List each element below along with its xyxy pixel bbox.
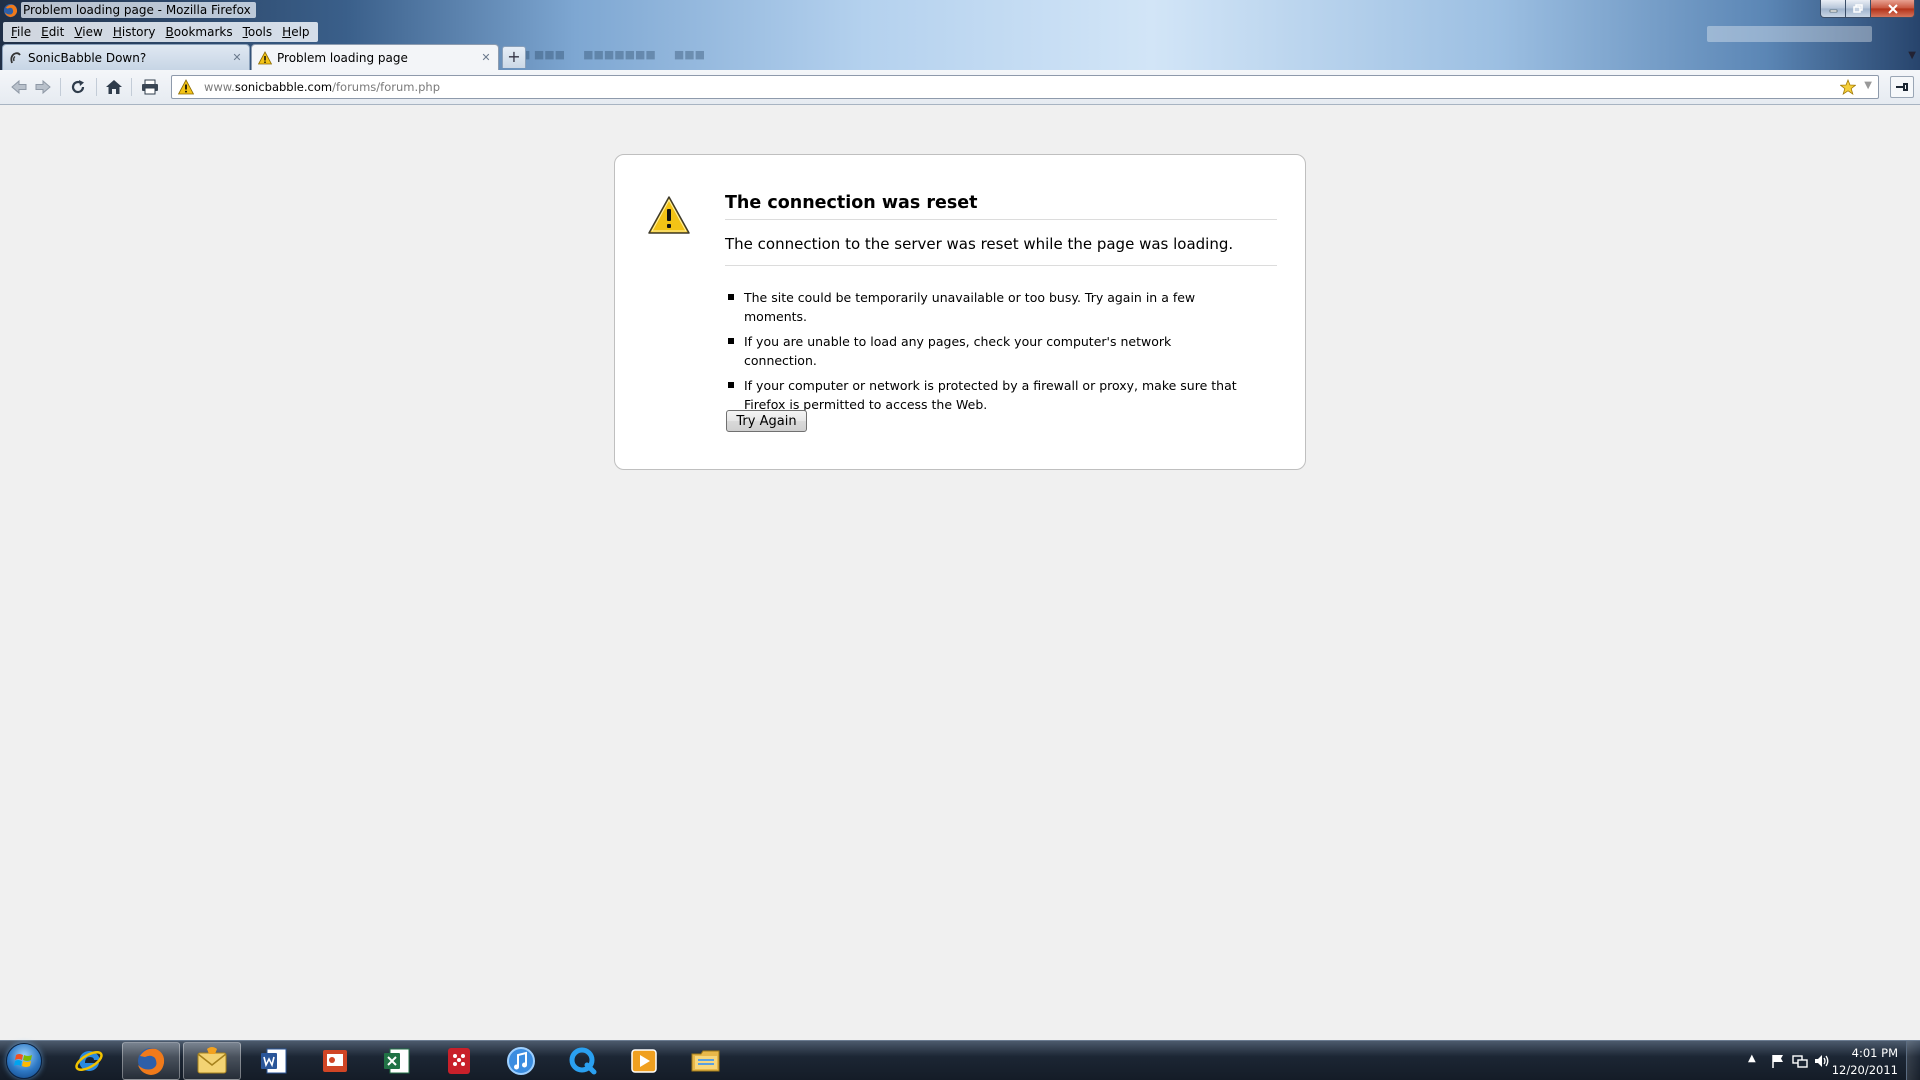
taskbar-file-explorer[interactable] bbox=[677, 1042, 735, 1080]
show-desktop-button[interactable] bbox=[1906, 1041, 1920, 1080]
pin-icon bbox=[1896, 83, 1908, 91]
bookmark-star-icon[interactable] bbox=[1840, 79, 1856, 95]
toolbar-separator bbox=[96, 78, 97, 96]
home-icon bbox=[106, 80, 122, 94]
menu-bar: File Edit View History Bookmarks Tools H… bbox=[3, 22, 318, 42]
taskbar-word[interactable] bbox=[245, 1042, 303, 1080]
tab-problem-loading-page[interactable]: Problem loading page ✕ bbox=[251, 44, 499, 70]
url-history-dropdown-icon[interactable]: ▼ bbox=[1864, 80, 1872, 91]
try-again-button[interactable]: Try Again bbox=[726, 410, 807, 432]
page-content: The connection was reset The connection … bbox=[0, 106, 1920, 1040]
url-text[interactable]: www.sonicbabble.com/forums/forum.php bbox=[204, 80, 440, 94]
clock-time[interactable]: 4:01 PM bbox=[1828, 1046, 1898, 1060]
list-all-tabs-icon[interactable]: ▼ bbox=[1908, 50, 1916, 61]
menu-history[interactable]: History bbox=[108, 25, 161, 39]
internet-explorer-icon bbox=[75, 1050, 103, 1071]
menu-tools[interactable]: Tools bbox=[238, 25, 278, 39]
reload-icon bbox=[71, 80, 85, 94]
firefox-title-and-tab-area: ■ ■■■ ■■■■■■■ ■■■ Problem loading page -… bbox=[0, 0, 1920, 70]
taskbar-itunes[interactable] bbox=[492, 1042, 550, 1080]
windows-logo-icon bbox=[14, 1054, 32, 1067]
restore-button[interactable] bbox=[1846, 0, 1871, 18]
list-item: If your computer or network is protected… bbox=[725, 376, 1245, 414]
minimize-button[interactable] bbox=[1820, 0, 1846, 18]
error-suggestions-list: The site could be temporarily unavailabl… bbox=[725, 288, 1277, 420]
tab-strip: SonicBabble Down? ✕ Problem loading page… bbox=[0, 44, 1920, 70]
taskbar-red-app[interactable] bbox=[430, 1042, 488, 1080]
system-tray: ▲ 4:01 PM 12/20/2011 bbox=[1740, 1041, 1920, 1080]
unknown-red-app-icon bbox=[448, 1048, 470, 1074]
reload-button[interactable] bbox=[66, 76, 90, 98]
windows-taskbar: ▲ 4:01 PM 12/20/2011 bbox=[0, 1040, 1920, 1080]
firefox-icon bbox=[138, 1048, 165, 1075]
taskbar-powerpoint[interactable] bbox=[306, 1042, 364, 1080]
tab-close-icon[interactable]: ✕ bbox=[230, 51, 244, 65]
quicktime-icon bbox=[569, 1047, 597, 1075]
sonicbabble-favicon-icon bbox=[10, 51, 21, 63]
list-item: If you are unable to load any pages, che… bbox=[725, 332, 1245, 370]
home-button[interactable] bbox=[102, 76, 126, 98]
taskbar-firefox[interactable] bbox=[122, 1042, 180, 1080]
error-page-container: The connection was reset The connection … bbox=[614, 154, 1306, 470]
taskbar-mail[interactable] bbox=[183, 1042, 241, 1080]
close-window-button[interactable] bbox=[1871, 0, 1915, 18]
error-title: The connection was reset bbox=[725, 193, 1277, 220]
taskbar-media-player[interactable] bbox=[615, 1042, 673, 1080]
menu-file[interactable]: File bbox=[6, 25, 36, 39]
warning-icon[interactable] bbox=[178, 79, 194, 95]
title-bar: Problem loading page - Mozilla Firefox bbox=[0, 0, 1920, 22]
powerpoint-icon bbox=[323, 1050, 347, 1072]
media-player-icon bbox=[631, 1049, 657, 1073]
taskbar-excel[interactable] bbox=[368, 1042, 426, 1080]
print-button[interactable] bbox=[138, 76, 162, 98]
tab-sonicbabble-down[interactable]: SonicBabble Down? ✕ bbox=[2, 44, 250, 70]
menu-bookmarks[interactable]: Bookmarks bbox=[161, 25, 238, 39]
taskbar-quicktime[interactable] bbox=[554, 1042, 612, 1080]
taskbar-internet-explorer[interactable] bbox=[60, 1042, 118, 1080]
warning-icon bbox=[648, 196, 690, 234]
new-tab-button[interactable]: + bbox=[502, 46, 526, 68]
printer-icon bbox=[142, 79, 158, 95]
tab-label: SonicBabble Down? bbox=[28, 50, 147, 65]
action-center-flag-icon[interactable] bbox=[1770, 1053, 1786, 1069]
start-button[interactable] bbox=[6, 1043, 42, 1079]
clock-date[interactable]: 12/20/2011 bbox=[1828, 1063, 1898, 1077]
outlook-mail-icon bbox=[197, 1047, 227, 1074]
back-button[interactable] bbox=[7, 76, 31, 98]
firefox-icon bbox=[3, 3, 18, 18]
toolbar-separator bbox=[131, 78, 132, 96]
pin-toolbar-button[interactable] bbox=[1890, 76, 1914, 98]
plus-icon: + bbox=[507, 47, 521, 66]
show-hidden-icons-icon[interactable]: ▲ bbox=[1748, 1053, 1764, 1069]
url-bar[interactable]: www.sonicbabble.com/forums/forum.php ▼ bbox=[171, 75, 1879, 99]
menu-help[interactable]: Help bbox=[277, 25, 314, 39]
forward-arrow-icon bbox=[35, 79, 51, 95]
url-prefix: www. bbox=[204, 80, 235, 94]
window-title: Problem loading page - Mozilla Firefox bbox=[21, 2, 256, 18]
minimize-icon bbox=[1829, 9, 1837, 13]
toolbar-separator bbox=[60, 78, 61, 96]
forward-button[interactable] bbox=[31, 76, 55, 98]
navigation-toolbar: www.sonicbabble.com/forums/forum.php ▼ bbox=[0, 70, 1920, 105]
back-arrow-icon bbox=[11, 79, 27, 95]
network-icon[interactable] bbox=[1792, 1053, 1808, 1069]
close-icon bbox=[1887, 3, 1898, 14]
menu-view[interactable]: View bbox=[69, 25, 107, 39]
excel-icon bbox=[384, 1048, 410, 1074]
file-explorer-icon bbox=[691, 1050, 720, 1072]
faded-search-box bbox=[1707, 26, 1872, 42]
window-controls bbox=[1820, 0, 1915, 18]
restore-icon bbox=[1853, 4, 1863, 13]
tab-close-icon[interactable]: ✕ bbox=[479, 51, 493, 65]
url-path: /forums/forum.php bbox=[332, 80, 441, 94]
itunes-icon bbox=[507, 1047, 535, 1075]
menu-edit[interactable]: Edit bbox=[36, 25, 69, 39]
word-icon bbox=[261, 1048, 287, 1074]
list-item: The site could be temporarily unavailabl… bbox=[725, 288, 1245, 326]
error-description: The connection to the server was reset w… bbox=[725, 235, 1277, 266]
tab-label: Problem loading page bbox=[277, 50, 408, 65]
url-domain: sonicbabble.com bbox=[234, 80, 333, 94]
warning-icon bbox=[258, 50, 272, 64]
